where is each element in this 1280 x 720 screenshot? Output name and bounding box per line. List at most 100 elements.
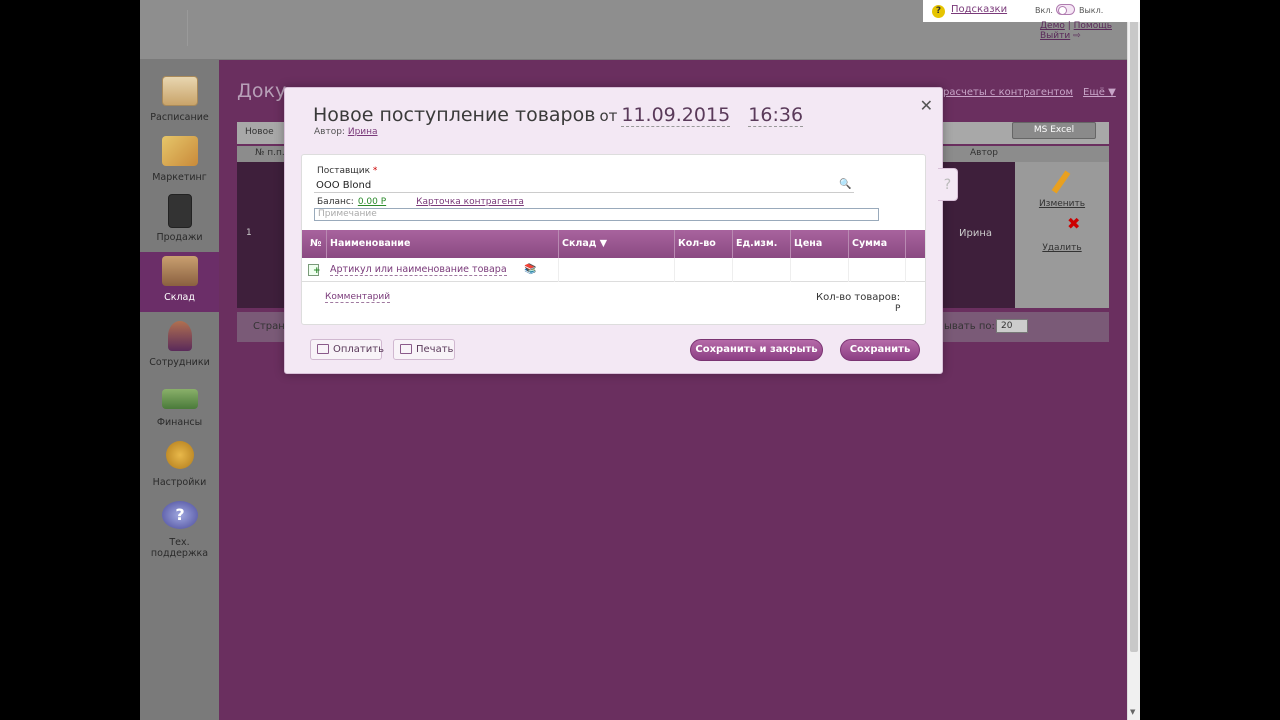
note-input[interactable]: Примечание — [314, 208, 879, 221]
new-receipt-dialog: ✕ Новое поступление товаров от 11.09.2015 … — [284, 87, 958, 374]
help-link[interactable]: Помощь — [1074, 21, 1112, 31]
column-divider — [732, 230, 733, 258]
from-word: от — [599, 107, 618, 125]
receipt-form: Поставщик * ООО Blond 🔍 Баланс: 0.00 Р Кар… — [301, 154, 926, 325]
row-number: 1 — [246, 228, 252, 238]
header-link-settlements[interactable]: расчеты с контрагентом — [943, 87, 1073, 98]
author-link[interactable]: Ирина — [348, 127, 378, 137]
date-field[interactable]: 11.09.2015 — [621, 104, 731, 127]
settings-icon — [166, 441, 194, 469]
close-icon[interactable]: ✕ — [920, 96, 933, 115]
column-header-warehouse[interactable]: Склад ▼ — [562, 238, 607, 249]
items-table-header: № Наименование Склад ▼ Кол-во Ед.изм. Це… — [302, 230, 925, 258]
hints-off-label: Выкл. — [1079, 6, 1104, 15]
sales-icon — [168, 194, 192, 228]
counterparty-card-link[interactable]: Карточка контрагента — [416, 197, 524, 207]
article-input[interactable]: Артикул или наименование товара — [330, 264, 507, 276]
scroll-down-icon[interactable]: ▼ — [1130, 708, 1135, 716]
pay-button-label: Оплатить — [333, 344, 384, 355]
qty-total-label: Кол-во товаров: — [816, 292, 901, 303]
sidebar-item-label: Продажи — [156, 232, 203, 243]
topbar-separator — [187, 10, 188, 46]
column-divider — [848, 230, 849, 258]
dialog-author: Автор: Ирина — [314, 127, 378, 137]
balance-value[interactable]: 0.00 Р — [358, 197, 386, 207]
finance-icon — [162, 389, 198, 409]
sidebar-item-label: Сотрудники — [149, 357, 210, 368]
scrollbar-thumb[interactable] — [1130, 16, 1138, 652]
page-size-select[interactable]: 20 — [996, 319, 1028, 333]
user-links: Демо | Помощь Выйти ⇨ — [1040, 21, 1112, 41]
column-header-author: Автор — [970, 148, 998, 158]
header-link-more[interactable]: Ещё ▼ — [1083, 87, 1116, 98]
author-label: Автор: — [314, 127, 345, 137]
column-header-unit: Ед.изм. — [736, 238, 778, 249]
time-field[interactable]: 16:36 — [748, 104, 804, 127]
sidebar-item-warehouse[interactable]: Склад — [140, 252, 219, 312]
column-header-price: Цена — [794, 238, 823, 249]
user-name-link[interactable]: Демо — [1040, 21, 1065, 31]
supplier-input[interactable]: ООО Blond — [314, 178, 854, 193]
sidebar-item-employees[interactable]: Сотрудники — [140, 317, 219, 377]
dialog-title: Новое поступление товаров от 11.09.2015 16… — [313, 104, 804, 127]
column-divider — [326, 230, 327, 258]
save-button[interactable]: Сохранить — [840, 339, 920, 361]
calendar-icon — [162, 76, 198, 106]
total-sum-currency: Р — [895, 304, 901, 314]
help-tab[interactable]: ? — [938, 168, 958, 201]
hints-panel: ? Подсказки Вкл. Выкл. — [923, 0, 1140, 22]
sidebar-item-finance[interactable]: Финансы — [140, 377, 219, 437]
sidebar-item-label: Тех. поддержка — [150, 537, 209, 559]
supplier-label-text: Поставщик — [317, 166, 371, 176]
employees-icon — [168, 321, 192, 351]
edit-button[interactable]: Изменить — [1015, 199, 1109, 209]
sidebar-item-label: Настройки — [152, 477, 207, 488]
search-icon[interactable]: 🔍 — [839, 179, 851, 190]
add-item-icon[interactable] — [308, 264, 321, 276]
comment-link[interactable]: Комментарий — [325, 292, 391, 303]
column-divider — [674, 230, 675, 258]
sidebar-item-label: Расписание — [150, 112, 209, 123]
sidebar-item-support[interactable]: ? Тех. поддержка — [140, 497, 219, 559]
column-divider — [905, 258, 906, 282]
column-divider — [558, 230, 559, 258]
column-header-qty: Кол-во — [678, 238, 716, 249]
pager-pages-label: Стран — [253, 321, 285, 332]
required-mark: * — [372, 166, 378, 176]
column-header-sum: Сумма — [852, 238, 888, 249]
column-divider — [558, 258, 559, 282]
balance-row: Баланс: 0.00 Р Карточка контрагента — [317, 197, 524, 207]
page-title: Доку — [237, 80, 287, 102]
sidebar-item-schedule[interactable]: Расписание — [140, 72, 219, 132]
delete-button[interactable]: Удалить — [1015, 243, 1109, 253]
save-and-close-button[interactable]: Сохранить и закрыть — [690, 339, 823, 361]
new-button[interactable]: Новое — [245, 127, 274, 137]
column-header-num: № — [310, 238, 322, 249]
sidebar-item-label: Финансы — [156, 417, 203, 428]
sidebar-item-sales[interactable]: Продажи — [140, 192, 219, 252]
delete-icon: ✖ — [1067, 214, 1081, 233]
header-links: расчеты с контрагентом Ещё ▼ — [943, 87, 1126, 98]
row-author: Ирина — [959, 228, 992, 239]
support-icon: ? — [162, 501, 198, 529]
hints-link[interactable]: Подсказки — [951, 4, 1007, 15]
hints-toggle[interactable] — [1056, 4, 1075, 15]
column-divider — [905, 230, 906, 258]
warehouse-icon — [162, 256, 198, 286]
page-scrollbar[interactable]: ▲ ▼ — [1127, 0, 1140, 720]
print-button-label: Печать — [416, 344, 454, 355]
balance-label: Баланс: — [317, 197, 354, 207]
right-margin — [1127, 0, 1280, 720]
column-header-name: Наименование — [330, 238, 411, 249]
sidebar-item-marketing[interactable]: Маркетинг — [140, 132, 219, 192]
catalog-icon[interactable]: 📚 — [524, 264, 536, 275]
print-button[interactable]: Печать — [393, 339, 455, 360]
logout-link[interactable]: Выйти — [1040, 31, 1070, 41]
table-row: Артикул или наименование товара 📚 — [302, 258, 925, 282]
excel-export-button[interactable]: MS Excel — [1012, 122, 1096, 139]
pay-button[interactable]: Оплатить — [310, 339, 384, 360]
sidebar-item-settings[interactable]: Настройки — [140, 437, 219, 497]
question-icon: ? — [932, 5, 945, 18]
supplier-label: Поставщик * — [317, 166, 377, 176]
column-divider — [674, 258, 675, 282]
